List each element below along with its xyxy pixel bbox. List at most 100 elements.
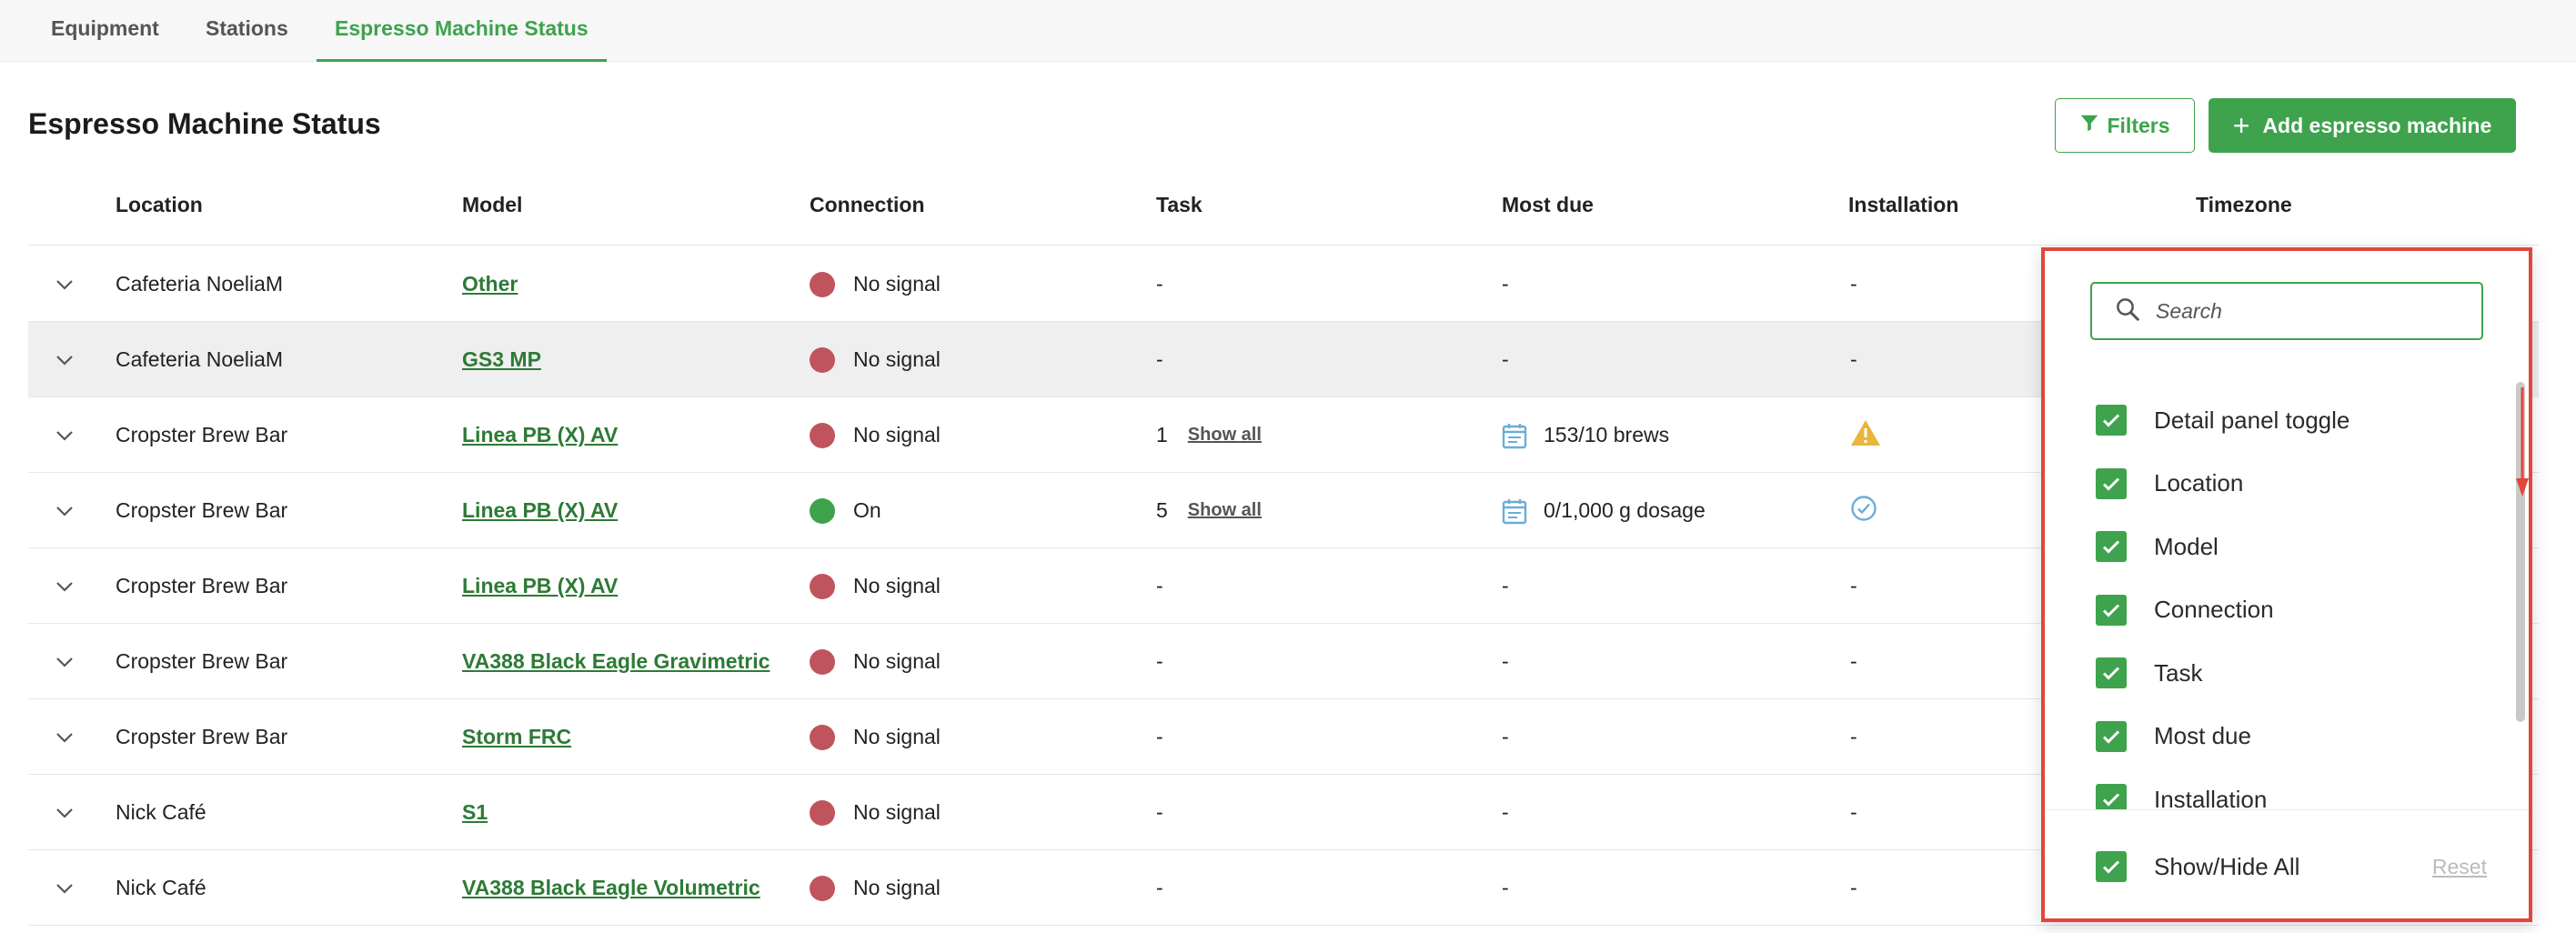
model-link[interactable]: S1 [462,800,488,825]
task-value: - [1156,800,1163,824]
expand-row-chevron-icon[interactable] [55,775,74,850]
model-link[interactable]: Linea PB (X) AV [462,574,618,598]
search-icon [2114,296,2141,327]
tab-equipment[interactable]: Equipment [33,0,177,62]
most-due-value: - [1502,347,1509,371]
installation-value: - [1850,272,1857,296]
column-header-model[interactable]: Model [462,182,522,246]
column-option-checkbox[interactable] [2096,405,2127,436]
column-option-checkbox[interactable] [2096,657,2127,688]
add-espresso-machine-label: Add espresso machine [2262,113,2492,137]
show-all-link[interactable]: Show all [1188,425,1262,446]
installation-value: - [1850,347,1857,371]
connection-status-label: No signal [853,347,941,371]
connection-status-dot [810,724,835,750]
column-option-checkbox[interactable] [2096,594,2127,626]
check-circle-icon [1850,495,1877,527]
tab-stations[interactable]: Stations [187,0,307,62]
column-header-most-due[interactable]: Most due [1502,182,1594,246]
warning-icon [1850,419,1881,452]
location-cell: Cropster Brew Bar [116,725,288,748]
connection-status-dot [810,422,835,448]
expand-row-chevron-icon[interactable] [55,246,74,322]
connection-status-dot [810,346,835,373]
column-option[interactable]: Location [2096,466,2243,502]
column-option-label: Task [2154,658,2203,687]
show-hide-all-checkbox[interactable] [2096,851,2127,882]
reset-button[interactable]: Reset [2432,810,2487,923]
calendar-icon [1502,497,1527,525]
model-link[interactable]: GS3 MP [462,347,541,372]
column-option[interactable]: Task [2096,655,2202,691]
column-option[interactable]: Installation [2096,781,2267,809]
show-hide-all-toggle[interactable]: Show/Hide All [2096,848,2299,885]
column-option[interactable]: Detail panel toggle [2096,402,2350,438]
expand-row-chevron-icon[interactable] [55,850,74,926]
location-cell: Cropster Brew Bar [116,574,288,597]
column-header-installation[interactable]: Installation [1848,182,1958,246]
most-due-value: - [1502,876,1509,899]
column-header-task[interactable]: Task [1156,182,1202,246]
column-option-list[interactable]: Detail panel toggle Location Model Connecti… [2045,382,2512,809]
most-due-value: 153/10 brews [1544,423,1670,446]
column-option-checkbox[interactable] [2096,720,2127,752]
connection-status-label: No signal [853,725,941,748]
location-cell: Cafeteria NoeliaM [116,347,284,371]
task-value: - [1156,725,1163,748]
column-option-checkbox[interactable] [2096,531,2127,562]
column-option-label: Model [2154,532,2219,560]
tab-bar: Equipment Stations Espresso Machine Stat… [0,0,2576,62]
connection-status-label: No signal [853,876,941,899]
installation-value: - [1850,725,1857,748]
task-count: 5 [1156,498,1168,522]
column-search-box[interactable] [2090,282,2483,340]
calendar-icon [1502,422,1527,449]
most-due-value: - [1502,272,1509,296]
column-option-checkbox[interactable] [2096,467,2127,499]
connection-status-dot [810,648,835,675]
add-espresso-machine-button[interactable]: + Add espresso machine [2209,98,2516,153]
scroll-down-arrow-icon [2516,387,2529,503]
task-value: - [1156,876,1163,899]
connection-status-label: No signal [853,649,941,673]
expand-row-chevron-icon[interactable] [55,322,74,397]
column-option-checkbox[interactable] [2096,784,2127,809]
tab-espresso-machine-status[interactable]: Espresso Machine Status [317,0,607,62]
column-option[interactable]: Model [2096,528,2219,565]
model-link[interactable]: Linea PB (X) AV [462,423,618,447]
column-header-location[interactable]: Location [116,182,203,246]
column-header-connection[interactable]: Connection [810,182,925,246]
column-option-label: Location [2154,469,2244,497]
show-all-link[interactable]: Show all [1188,500,1262,521]
most-due-value: - [1502,574,1509,597]
expand-row-chevron-icon[interactable] [55,699,74,775]
page-title: Espresso Machine Status [28,107,381,140]
location-cell: Cafeteria NoeliaM [116,272,284,296]
model-link[interactable]: VA388 Black Eagle Volumetric [462,876,760,900]
column-option[interactable]: Most due [2096,718,2251,755]
filters-button[interactable]: Filters [2055,98,2195,153]
column-option-label: Installation [2154,785,2268,810]
expand-row-chevron-icon[interactable] [55,548,74,624]
installation-value: - [1850,876,1857,899]
location-cell: Nick Café [116,800,206,824]
column-search-input[interactable] [2156,298,2481,324]
model-link[interactable]: Storm FRC [462,725,571,749]
connection-status-dot [810,497,835,524]
filter-icon [2079,113,2099,138]
model-link[interactable]: Linea PB (X) AV [462,498,618,523]
column-header-timezone[interactable]: Timezone [2196,182,2292,246]
model-link[interactable]: Other [462,272,518,296]
most-due-value: - [1502,649,1509,673]
expand-row-chevron-icon[interactable] [55,624,74,699]
installation-value: - [1850,649,1857,673]
filters-label: Filters [2107,113,2170,137]
model-link[interactable]: VA388 Black Eagle Gravimetric [462,649,770,674]
expand-row-chevron-icon[interactable] [55,397,74,473]
expand-row-chevron-icon[interactable] [55,473,74,548]
column-option[interactable]: Connection [2096,592,2274,628]
column-panel-footer: Show/Hide All Reset [2045,809,2529,922]
connection-status-dot [810,573,835,599]
task-value: - [1156,272,1163,296]
connection-status-label: No signal [853,800,941,824]
